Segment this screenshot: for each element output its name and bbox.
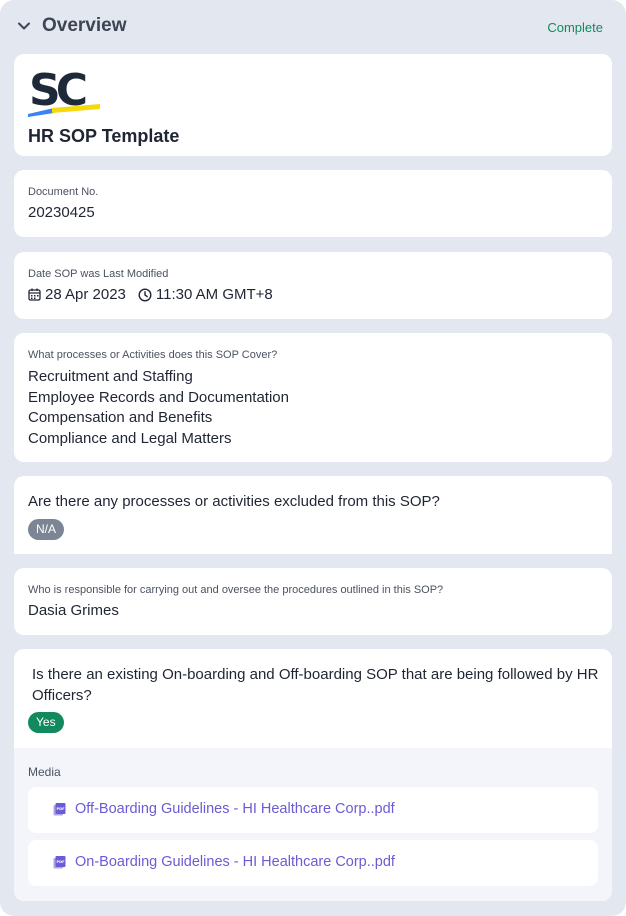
overview-panel: Overview Complete SC HR SOP Template Doc… <box>0 0 626 916</box>
pdf-icon: PDF <box>53 803 66 816</box>
onboarding-question: Is there an existing On-boarding and Off… <box>32 666 599 704</box>
yes-badge: Yes <box>28 712 64 733</box>
exclusions-question: Are there any processes or activities ex… <box>28 493 440 510</box>
last-modified-label: Date SOP was Last Modified <box>28 268 169 280</box>
chevron-down-icon[interactable] <box>16 18 32 34</box>
file-name-link[interactable]: Off-Boarding Guidelines - HI Healthcare … <box>75 801 395 817</box>
company-logo: SC <box>28 67 100 117</box>
responsible-card: Who is responsible for carrying out and … <box>14 568 612 635</box>
list-item: Employee Records and Documentation <box>28 388 289 406</box>
section-title[interactable]: Overview <box>42 15 127 37</box>
calendar-icon <box>28 288 41 301</box>
file-attachment-onboarding[interactable]: PDF On-Boarding Guidelines - HI Healthca… <box>28 840 598 886</box>
last-modified-time: 11:30 AM GMT+8 <box>155 286 273 303</box>
file-attachment-offboarding[interactable]: PDF Off-Boarding Guidelines - HI Healthc… <box>28 787 598 833</box>
file-name-link[interactable]: On-Boarding Guidelines - HI Healthcare C… <box>75 854 395 870</box>
processes-card: What processes or Activities does this S… <box>14 333 612 462</box>
list-item: Compliance and Legal Matters <box>28 430 232 448</box>
pdf-icon: PDF <box>53 856 66 869</box>
media-section: Media PDF Off-Boarding Guidelines - HI H… <box>14 748 612 901</box>
svg-text:PDF: PDF <box>56 807 65 811</box>
last-modified-date: 28 Apr 2023 <box>45 286 126 303</box>
onboarding-card: Is there an existing On-boarding and Off… <box>14 649 612 901</box>
list-item: Recruitment and Staffing <box>28 368 193 385</box>
document-number-value: 20230425 <box>28 204 95 221</box>
exclusions-card: Are there any processes or activities ex… <box>14 476 612 554</box>
document-title: HR SOP Template <box>28 126 180 146</box>
section-header[interactable]: Overview Complete <box>0 0 626 54</box>
list-item: Compensation and Benefits <box>28 409 213 427</box>
processes-label: What processes or Activities does this S… <box>28 349 278 361</box>
clock-icon <box>138 287 152 302</box>
status-badge: Complete <box>547 20 603 35</box>
svg-text:PDF: PDF <box>56 860 65 864</box>
document-number-label: Document No. <box>28 186 99 198</box>
processes-list: Recruitment and Staffing Employee Record… <box>28 367 289 450</box>
responsible-value: Dasia Grimes <box>28 602 119 619</box>
responsible-label: Who is responsible for carrying out and … <box>28 584 444 596</box>
document-number-card: Document No. 20230425 <box>14 170 612 237</box>
last-modified-row: 28 Apr 2023 11:30 AM GMT+8 <box>28 286 273 303</box>
na-badge: N/A <box>28 519 65 540</box>
media-label: Media <box>28 765 61 779</box>
last-modified-card: Date SOP was Last Modified 28 Apr 2023 1… <box>14 252 612 319</box>
document-title-card: SC HR SOP Template <box>14 54 612 156</box>
